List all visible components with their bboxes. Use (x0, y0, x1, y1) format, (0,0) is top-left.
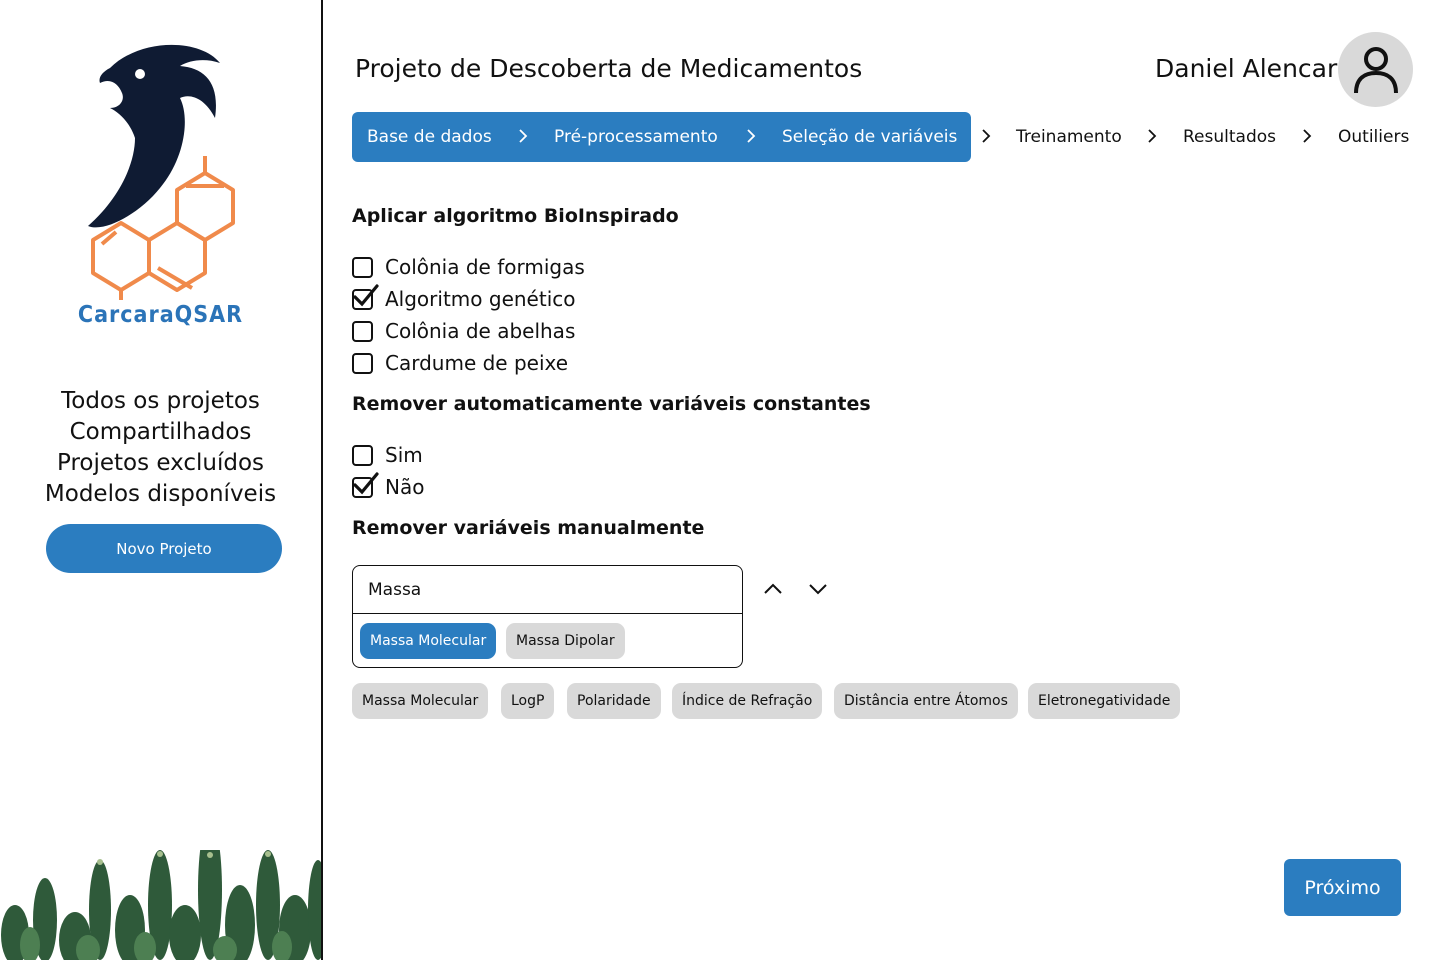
variable-chip[interactable]: Massa Molecular (352, 683, 489, 719)
avatar[interactable] (1338, 32, 1413, 107)
suggestion-item[interactable]: Massa Dipolar (506, 623, 625, 659)
step-training[interactable]: Treinamento (1016, 127, 1122, 147)
chevron-down-icon[interactable] (807, 580, 829, 598)
option-genetic-algorithm[interactable]: Algoritmo genético (352, 283, 576, 313)
check-icon (353, 283, 379, 306)
cactus-illustration (1, 850, 321, 960)
checkbox-checked[interactable] (352, 283, 379, 310)
user-icon (1353, 46, 1398, 93)
nav-item-all-projects[interactable]: Todos os projetos (0, 386, 321, 417)
step-variable-selection[interactable]: Seleção de variáveis (782, 127, 957, 147)
next-button[interactable]: Próximo (1284, 859, 1401, 916)
option-label: Cardume de peixe (385, 351, 569, 375)
option-yes[interactable]: Sim (352, 441, 423, 469)
variable-chip[interactable]: Eletronegatividade (1028, 683, 1181, 719)
chevron-up-icon[interactable] (762, 580, 784, 598)
option-bee-colony[interactable]: Colônia de abelhas (352, 317, 575, 345)
check-icon (353, 471, 379, 494)
variable-search-input[interactable] (353, 566, 742, 614)
variable-chip[interactable]: Polaridade (567, 683, 661, 719)
brand-name: CarcaraQSAR (77, 302, 244, 328)
option-label: Algoritmo genético (385, 287, 576, 311)
manual-removal-title: Remover variáveis manualmente (352, 517, 705, 539)
step-outliers[interactable]: Outiliers (1338, 127, 1409, 147)
option-no[interactable]: Não (352, 471, 425, 501)
option-ant-colony[interactable]: Colônia de formigas (352, 253, 585, 281)
sidebar-nav: Todos os projetos Compartilhados Projeto… (0, 386, 321, 510)
option-label: Sim (385, 443, 423, 467)
option-label: Colônia de formigas (385, 255, 585, 279)
variable-chip[interactable]: LogP (501, 683, 555, 719)
checkbox-checked[interactable] (352, 471, 379, 498)
user-name: Daniel Alencar (1155, 54, 1338, 83)
chevron-right-icon (982, 129, 991, 143)
remove-constants-title: Remover automaticamente variáveis consta… (352, 393, 871, 415)
new-project-button[interactable]: Novo Projeto (46, 524, 282, 573)
sidebar: CarcaraQSAR Todos os projetos Compartilh… (0, 0, 323, 960)
chevron-right-icon (1148, 129, 1157, 143)
nav-item-deleted[interactable]: Projetos excluídos (0, 448, 321, 479)
checkbox[interactable] (352, 320, 373, 342)
checkbox[interactable] (352, 444, 373, 466)
bio-algorithm-title: Aplicar algoritmo BioInspirado (352, 205, 679, 227)
option-label: Colônia de abelhas (385, 319, 576, 343)
checkbox[interactable] (352, 256, 373, 278)
chevron-right-icon (747, 129, 756, 143)
nav-item-models[interactable]: Modelos disponíveis (0, 479, 321, 510)
project-title: Projeto de Descoberta de Medicamentos (355, 54, 863, 83)
option-fish-school[interactable]: Cardume de peixe (352, 349, 568, 377)
chevron-right-icon (519, 129, 528, 143)
step-results[interactable]: Resultados (1183, 127, 1276, 147)
nav-item-shared[interactable]: Compartilhados (0, 417, 321, 448)
step-database[interactable]: Base de dados (367, 127, 492, 147)
step-preprocessing[interactable]: Pré-processamento (554, 127, 718, 147)
variable-chip[interactable]: Índice de Refração (672, 683, 823, 719)
option-label: Não (385, 475, 425, 499)
variable-search-combobox: Massa Molecular Massa Dipolar (352, 565, 743, 668)
carcara-logo (88, 44, 235, 300)
chevron-right-icon (1303, 129, 1312, 143)
checkbox[interactable] (352, 352, 373, 374)
variable-chip[interactable]: Distância entre Átomos (834, 683, 1018, 719)
suggestion-item[interactable]: Massa Molecular (360, 623, 497, 659)
